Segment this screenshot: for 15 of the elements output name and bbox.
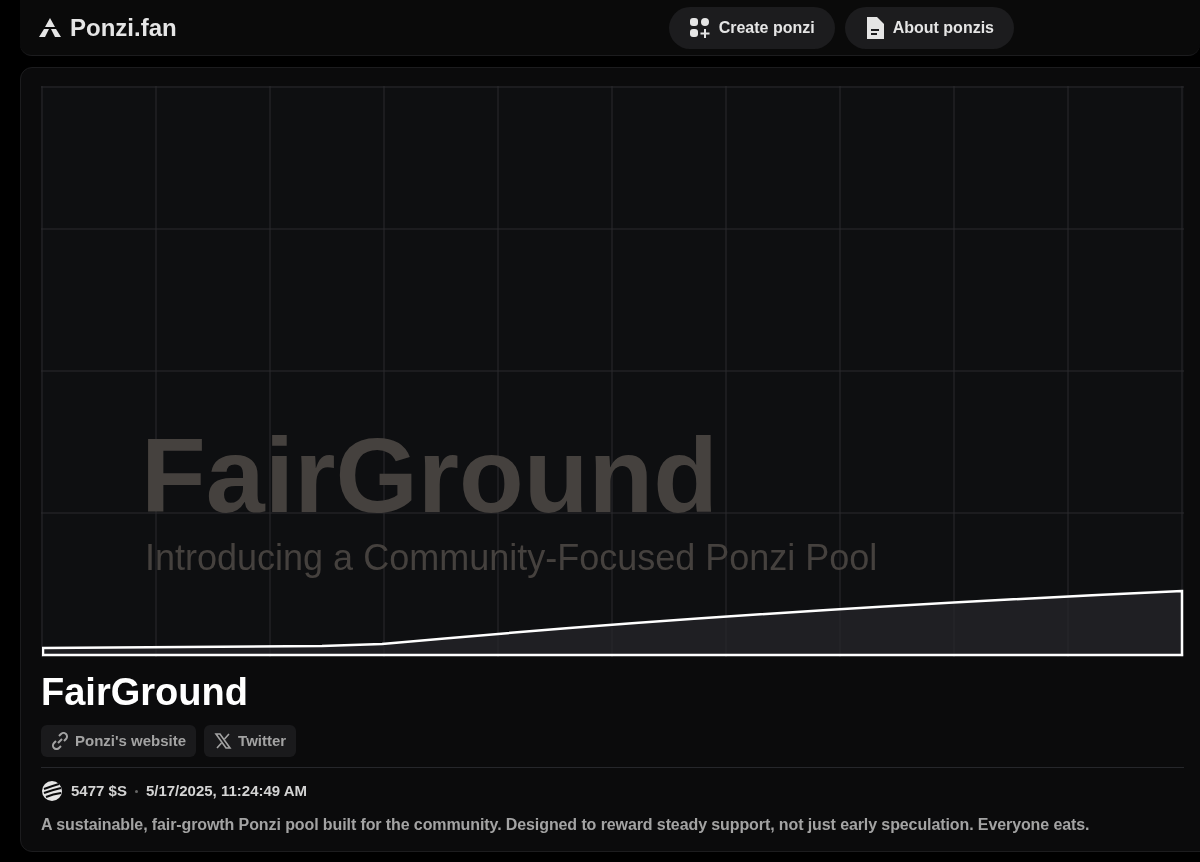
website-link[interactable]: Ponzi's website: [41, 725, 197, 757]
grid-plus-icon: [688, 16, 711, 39]
document-icon: [864, 15, 885, 40]
link-icon: [51, 732, 69, 750]
timestamp: 5/17/2025, 11:24:49 AM: [145, 781, 308, 801]
logo-icon: [38, 16, 62, 39]
logo-text[interactable]: Ponzi.fan: [70, 9, 177, 46]
pool-title: FairGround: [41, 673, 249, 711]
create-button[interactable]: Create ponzi: [668, 6, 835, 49]
token-icon: [41, 780, 63, 803]
pool-description: A sustainable, fair-growth Ponzi pool built for the community. Designed to reward steady support, not just early speculation. Everyone eats.: [41, 814, 1091, 835]
about-button[interactable]: About ponzis: [844, 6, 1014, 49]
x-logo-icon: [214, 732, 233, 750]
pool-amount: 5477 $S: [71, 781, 127, 801]
twitter-link[interactable]: Twitter: [204, 725, 297, 757]
